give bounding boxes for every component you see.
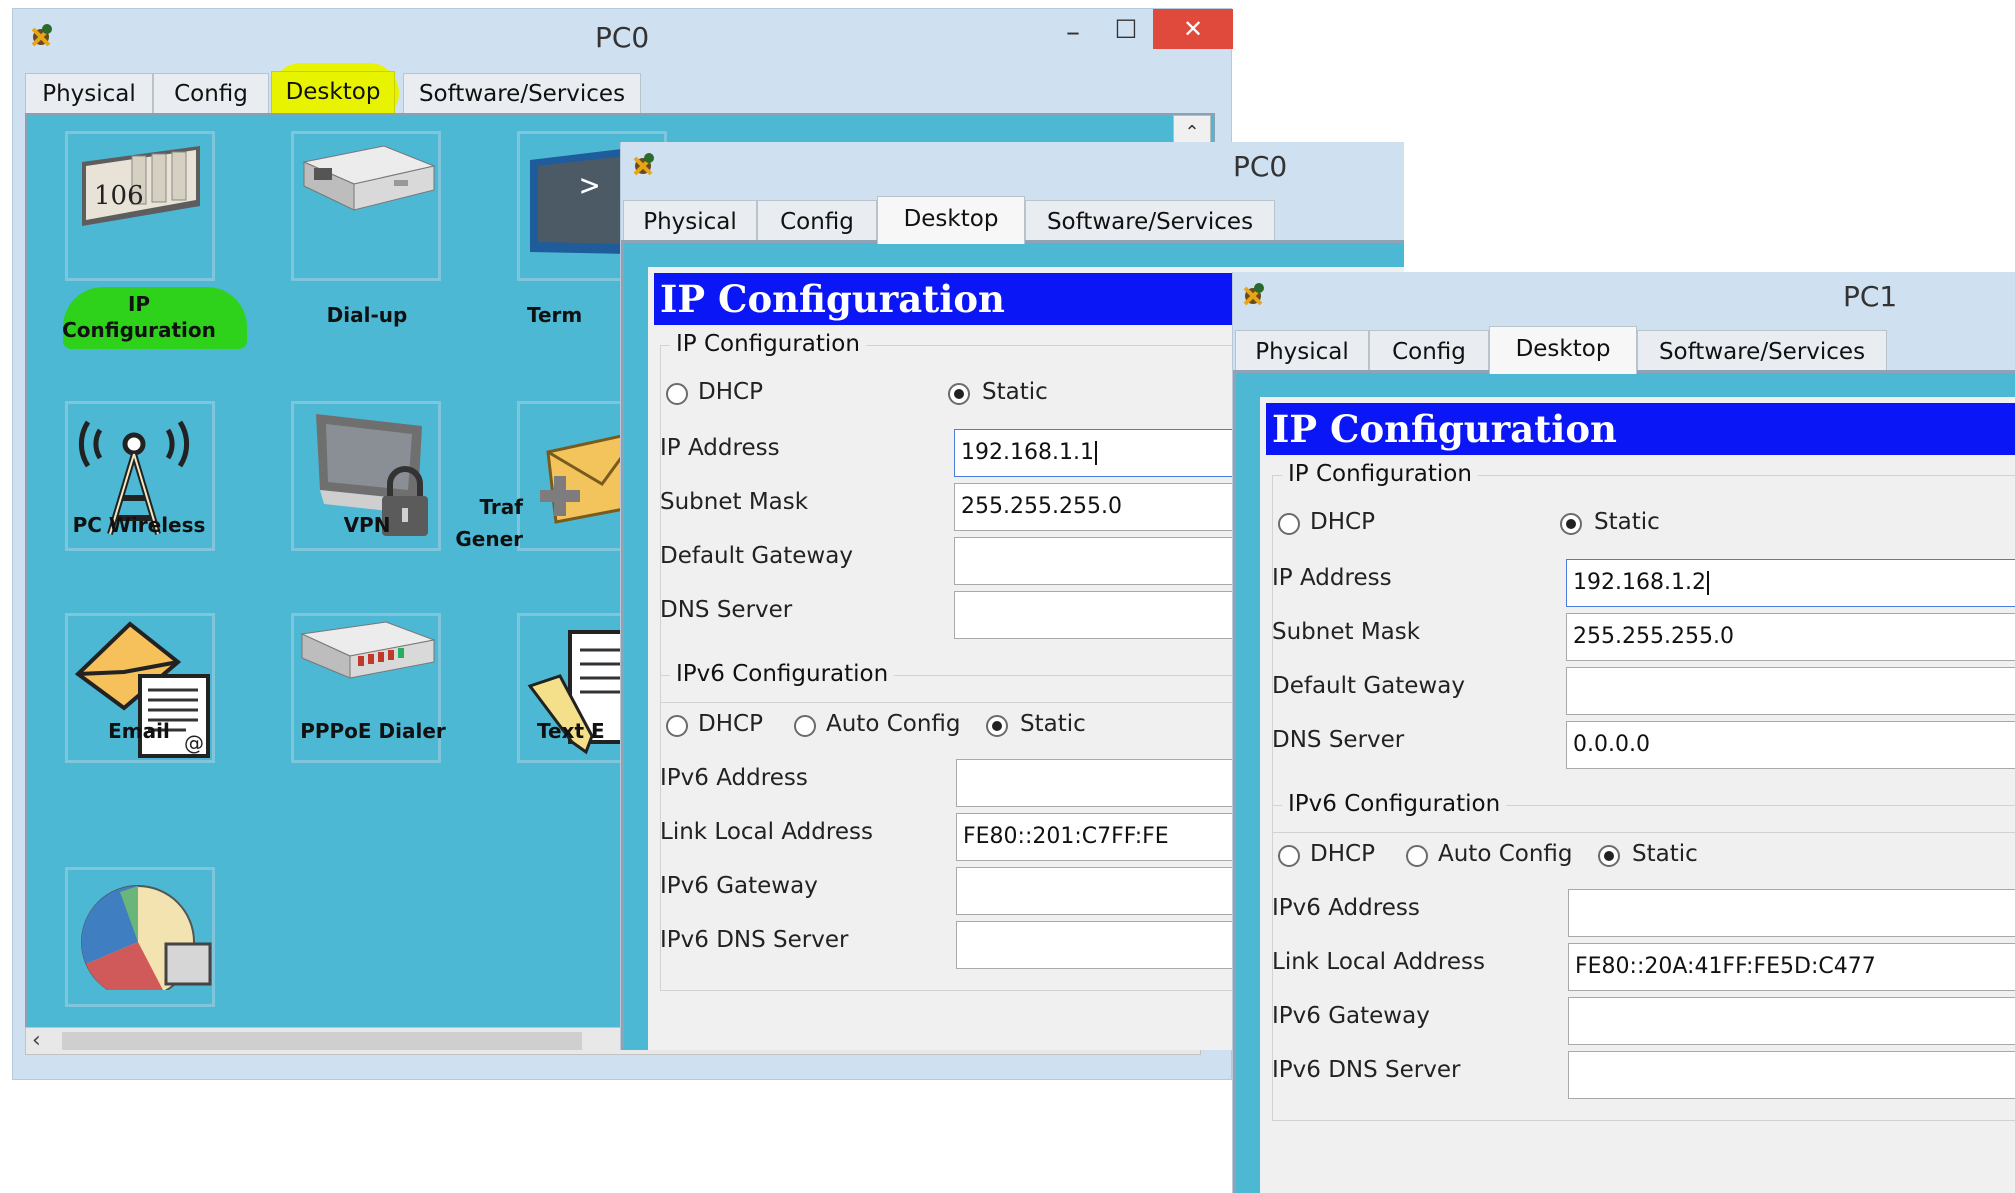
ipv6-dns-server-field[interactable]	[1568, 1051, 2015, 1099]
traffic-generator-label[interactable]: Traf Gener	[443, 491, 523, 555]
ipv4-dhcp-label[interactable]: DHCP	[698, 379, 763, 405]
ipv6-auto-config-radio[interactable]	[1406, 845, 1428, 867]
text-caret	[1706, 571, 1709, 595]
ipv4-group-title: IP Configuration	[670, 331, 866, 357]
ipv6-gateway-label: IPv6 Gateway	[660, 873, 818, 899]
pc-wireless-label[interactable]: PC Wireless	[49, 513, 229, 537]
ipv6-static-radio[interactable]	[1598, 845, 1620, 867]
ipv6-auto-config-label[interactable]: Auto Config	[826, 711, 961, 737]
packet-tracer-icon	[25, 19, 59, 57]
subnet-mask-field[interactable]: 255.255.255.0	[1566, 613, 2015, 661]
tab-software-services[interactable]: Software/Services	[1637, 330, 1887, 372]
tab-config[interactable]: Config	[153, 73, 269, 113]
pc0-ip-tab-strip: Physical Config Desktop Software/Service…	[621, 194, 1404, 244]
ipv6-dhcp-radio[interactable]	[1278, 845, 1300, 867]
ipv6-dhcp-radio[interactable]	[666, 715, 688, 737]
tab-desktop[interactable]: Desktop	[1489, 326, 1637, 374]
minimize-button[interactable]: –	[1043, 15, 1103, 51]
dial-up-label[interactable]: Dial-up	[277, 303, 457, 327]
tab-desktop[interactable]: Desktop	[877, 196, 1025, 244]
close-button[interactable]: ✕	[1153, 9, 1233, 49]
modem-icon	[302, 145, 436, 211]
pc0-tab-strip: Physical Config Desktop Software/Service…	[13, 63, 1231, 123]
pc1-ip-window: PC1 Physical Config Desktop Software/Ser…	[1232, 272, 2015, 1193]
ip-address-label: IP Address	[660, 435, 780, 461]
pc1-ip-tab-strip: Physical Config Desktop Software/Service…	[1233, 324, 2015, 374]
link-local-address-field[interactable]: FE80::20A:41FF:FE5D:C477	[1568, 943, 2015, 991]
tab-physical[interactable]: Physical	[25, 73, 153, 113]
ipv4-group-title: IP Configuration	[1282, 461, 1478, 487]
ipv6-group-title: IPv6 Configuration	[670, 661, 895, 687]
pie-chart-icon	[81, 885, 212, 999]
ipv6-address-label: IPv6 Address	[660, 765, 808, 791]
ipv6-gateway-field[interactable]	[1568, 997, 2015, 1045]
ipv4-static-label[interactable]: Static	[982, 379, 1048, 405]
ipv6-address-field[interactable]	[1568, 889, 2015, 937]
svg-text:106: 106	[94, 181, 144, 211]
ipv6-dns-server-label: IPv6 DNS Server	[660, 927, 849, 953]
ipv6-group-title: IPv6 Configuration	[1282, 791, 1507, 817]
tab-desktop[interactable]: Desktop	[271, 71, 395, 113]
tab-software-services[interactable]: Software/Services	[1025, 200, 1275, 242]
ipv4-dhcp-label[interactable]: DHCP	[1310, 509, 1375, 535]
ipv4-static-radio[interactable]	[948, 383, 970, 405]
pppoe-dialer-label[interactable]: PPPoE Dialer	[283, 719, 463, 743]
dial-up-tile[interactable]	[291, 131, 441, 281]
packet-tracer-icon	[627, 148, 661, 186]
ip-configuration-icon: 106	[82, 146, 200, 226]
default-gateway-field[interactable]	[1566, 667, 2015, 715]
window-title: PC0	[1233, 150, 1288, 183]
pc0-ip-titlebar[interactable]: PC0	[621, 142, 1404, 194]
tab-config[interactable]: Config	[757, 200, 877, 242]
default-gateway-label: Default Gateway	[660, 543, 853, 569]
ipv6-address-label: IPv6 Address	[1272, 895, 1420, 921]
ip-address-field[interactable]: 192.168.1.2	[1566, 559, 2015, 607]
pc0-titlebar[interactable]: PC0 – □ ✕	[13, 9, 1233, 65]
ipv4-static-radio[interactable]	[1560, 513, 1582, 535]
dns-server-label: DNS Server	[1272, 727, 1405, 753]
dns-server-label: DNS Server	[660, 597, 793, 623]
ip-address-label: IP Address	[1272, 565, 1392, 591]
ipv6-static-radio[interactable]	[986, 715, 1008, 737]
ipv6-dhcp-label[interactable]: DHCP	[698, 711, 763, 737]
pc1-ip-panel: IP Configuration IP Configuration DHCP S…	[1233, 370, 2015, 1193]
scroll-thumb[interactable]	[62, 1032, 582, 1050]
tab-software-services[interactable]: Software/Services	[403, 73, 641, 113]
ipv4-dhcp-radio[interactable]	[666, 383, 688, 405]
dns-server-field[interactable]: 0.0.0.0	[1566, 721, 2015, 769]
pc1-ip-titlebar[interactable]: PC1	[1233, 272, 2015, 324]
link-local-address-label: Link Local Address	[660, 819, 873, 845]
link-local-address-label: Link Local Address	[1272, 949, 1485, 975]
vpn-label[interactable]: VPN	[277, 513, 457, 537]
ip-configuration-label[interactable]: IP Configuration	[49, 291, 229, 343]
ip-config-body: IP Configuration IP Configuration DHCP S…	[1260, 397, 2015, 1193]
maximize-button[interactable]: □	[1101, 13, 1151, 49]
ipv6-static-label[interactable]: Static	[1632, 841, 1698, 867]
text-caret	[1094, 441, 1097, 465]
ipv4-dhcp-radio[interactable]	[1278, 513, 1300, 535]
ipv6-dhcp-label[interactable]: DHCP	[1310, 841, 1375, 867]
window-title: PC1	[1843, 280, 1898, 313]
pc-desktop-tile[interactable]	[65, 867, 215, 1007]
tab-config[interactable]: Config	[1369, 330, 1489, 372]
packet-tracer-icon	[1237, 278, 1271, 316]
ipv6-auto-config-label[interactable]: Auto Config	[1438, 841, 1573, 867]
svg-text:>: >	[580, 166, 599, 204]
ip-configuration-tile[interactable]: 106	[65, 131, 215, 281]
subnet-mask-label: Subnet Mask	[660, 489, 809, 515]
tab-physical[interactable]: Physical	[623, 200, 757, 242]
default-gateway-label: Default Gateway	[1272, 673, 1465, 699]
scroll-left-button[interactable]: ‹	[32, 1028, 41, 1053]
ipv6-dns-server-label: IPv6 DNS Server	[1272, 1057, 1461, 1083]
ipv6-gateway-label: IPv6 Gateway	[1272, 1003, 1430, 1029]
window-title: PC0	[595, 21, 650, 54]
ipv6-static-label[interactable]: Static	[1020, 711, 1086, 737]
tab-physical[interactable]: Physical	[1235, 330, 1369, 372]
email-label[interactable]: Email	[49, 719, 229, 743]
subnet-mask-label: Subnet Mask	[1272, 619, 1421, 645]
ipv4-static-label[interactable]: Static	[1594, 509, 1660, 535]
ip-config-banner: IP Configuration	[1266, 403, 2015, 455]
ipv6-auto-config-radio[interactable]	[794, 715, 816, 737]
